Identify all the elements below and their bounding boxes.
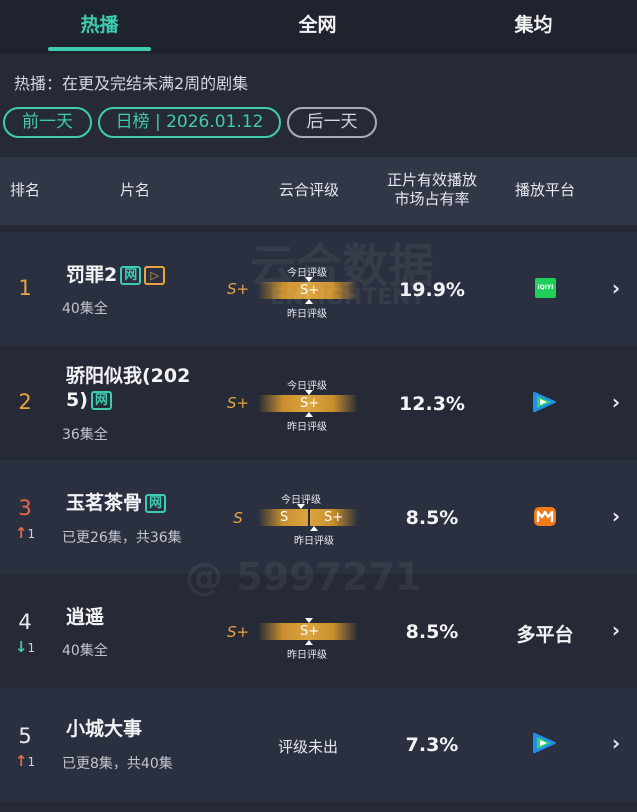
bar-today-grade: S+: [300, 396, 320, 411]
rating-unavailable: 评级未出: [277, 738, 338, 756]
header-share-line2: 市场占有率: [394, 190, 470, 208]
episode-info: 已更8集，共40集: [62, 756, 173, 772]
drama-title-line2-text: 5): [66, 389, 88, 411]
arrow-down-icon: ↓: [14, 638, 28, 656]
tab-bar: 热播 全网 集均: [0, 0, 637, 54]
active-tab-indicator: [48, 47, 151, 51]
rank-number: 2: [18, 390, 32, 414]
drama-title: 骄阳似我(202 5) 网: [66, 364, 190, 412]
header-title: 片名: [119, 181, 150, 199]
rating-bar: S+: [258, 395, 358, 412]
list-description: 热播：在更及完结未满2周的剧集: [14, 74, 249, 93]
episode-info: 36集全: [62, 427, 108, 443]
rating-bar: S+: [258, 282, 358, 299]
yesterday-rating-label: 昨日评级: [287, 422, 327, 433]
episode-info: 40集全: [62, 643, 108, 659]
rating-bar: S+: [258, 623, 358, 640]
bar-yesterday-grade: S+: [324, 510, 344, 525]
platform-cell: iQIYI: [515, 278, 575, 298]
drama-title-line2: 5) 网: [66, 388, 190, 412]
table-header: 排名 片名 云合评级 正片有效播放 市场占有率 播放平台: [0, 157, 637, 225]
market-share: 12.3%: [399, 393, 465, 415]
yesterday-marker-icon: [305, 412, 313, 417]
table-row[interactable]: 5 ↑1 小城大事 已更8集，共40集 评级未出 7.3% ›: [0, 688, 637, 802]
market-share: 8.5%: [405, 507, 459, 529]
rank-number: 3: [18, 496, 32, 520]
mango-tv-icon: [534, 507, 556, 526]
tab-hot[interactable]: 热播: [48, 10, 151, 37]
tencent-video-icon: [533, 732, 556, 754]
drama-title: 小城大事: [66, 718, 143, 740]
market-share: 19.9%: [399, 279, 465, 301]
net-badge: 网: [145, 494, 167, 513]
yesterday-rating-label: 昨日评级: [294, 536, 334, 547]
tab-per-episode[interactable]: 集均: [482, 10, 585, 37]
bar-today-grade: S+: [300, 283, 320, 298]
drama-title: 玉茗茶骨网: [66, 491, 167, 515]
rank-change-value: 1: [27, 755, 36, 769]
table-row[interactable]: 1 罚罪2 网 ▷ 40集全 S+ 今日评级 S+ 昨日评级 19.9% iQIYI…: [0, 232, 637, 346]
header-platform: 播放平台: [514, 181, 575, 199]
grade-label: S+: [226, 623, 250, 641]
prev-day-button[interactable]: 前一天: [3, 107, 92, 138]
play-badge-icon: ▷: [144, 266, 166, 285]
table-row[interactable]: 4 ↓1 逍遥 40集全 S+ S+ 昨日评级 8.5% 多平台 ›: [0, 574, 637, 688]
rank-number: 4: [18, 610, 32, 634]
bar-today-grade: S+: [300, 624, 320, 639]
rank-change: ↑1: [0, 524, 50, 542]
rank-change-value: 1: [27, 641, 36, 655]
iqiyi-logo-text: iQIYI: [537, 284, 554, 291]
chevron-right-icon[interactable]: ›: [606, 618, 626, 642]
yesterday-rating-label: 昨日评级: [287, 650, 327, 661]
chevron-right-icon[interactable]: ›: [606, 731, 626, 755]
bar-divider: [308, 509, 310, 526]
table-row[interactable]: 3 ↑1 玉茗茶骨网 已更26集，共36集 S 今日评级 S S+ 昨日评级 8…: [0, 460, 637, 574]
arrow-up-icon: ↑: [14, 524, 28, 542]
market-share: 7.3%: [405, 734, 459, 756]
rank-number: 5: [18, 724, 32, 748]
episode-info: 已更26集，共36集: [62, 530, 182, 546]
grade-label: S+: [226, 394, 250, 412]
platform-multi: 多平台: [516, 624, 574, 646]
rank-number: 1: [18, 276, 32, 300]
rating-bar: S S+: [258, 509, 358, 526]
grade-label: S: [233, 509, 243, 527]
table-row[interactable]: 2 骄阳似我(202 5) 网 36集全 S+ 今日评级 S+ 昨日评级 12.3…: [0, 346, 637, 460]
drama-title-line1: 骄阳似我(202: [66, 365, 191, 387]
yesterday-marker-icon: [310, 526, 318, 531]
next-day-button[interactable]: 后一天: [287, 107, 377, 138]
rank-change: ↓1: [0, 638, 50, 656]
grade-label: S+: [226, 280, 250, 298]
net-badge: 网: [90, 391, 112, 410]
platform-cell: [515, 731, 575, 759]
header-share: 正片有效播放 市场占有率: [378, 171, 486, 209]
date-selector[interactable]: 日榜 | 2026.01.12: [98, 107, 281, 138]
net-badge: 网: [120, 266, 142, 285]
platform-cell: [515, 504, 575, 532]
episode-info: 40集全: [62, 301, 108, 317]
drama-title: 逍遥: [66, 606, 105, 628]
iqiyi-icon: iQIYI: [535, 278, 556, 298]
header-rank: 排名: [9, 181, 40, 199]
drama-title: 罚罪2 网 ▷: [66, 263, 166, 287]
header-rating: 云合评级: [278, 181, 339, 199]
rank-change: ↑1: [0, 752, 50, 770]
rank-change-value: 1: [27, 527, 36, 541]
arrow-up-icon: ↑: [14, 752, 28, 770]
bar-today-grade: S: [280, 510, 289, 525]
yesterday-marker-icon: [305, 640, 313, 645]
chevron-right-icon[interactable]: ›: [606, 390, 626, 414]
platform-cell: [515, 390, 575, 418]
market-share: 8.5%: [405, 621, 459, 643]
tab-all-network[interactable]: 全网: [266, 10, 369, 37]
chevron-right-icon[interactable]: ›: [606, 276, 626, 300]
yesterday-rating-label: 昨日评级: [287, 309, 327, 320]
yesterday-marker-icon: [305, 299, 313, 304]
drama-title-text: 罚罪2: [66, 264, 118, 286]
chevron-right-icon[interactable]: ›: [606, 504, 626, 528]
drama-title-text: 玉茗茶骨: [66, 492, 143, 514]
header-share-line1: 正片有效播放: [386, 171, 477, 189]
tencent-video-icon: [533, 391, 556, 413]
